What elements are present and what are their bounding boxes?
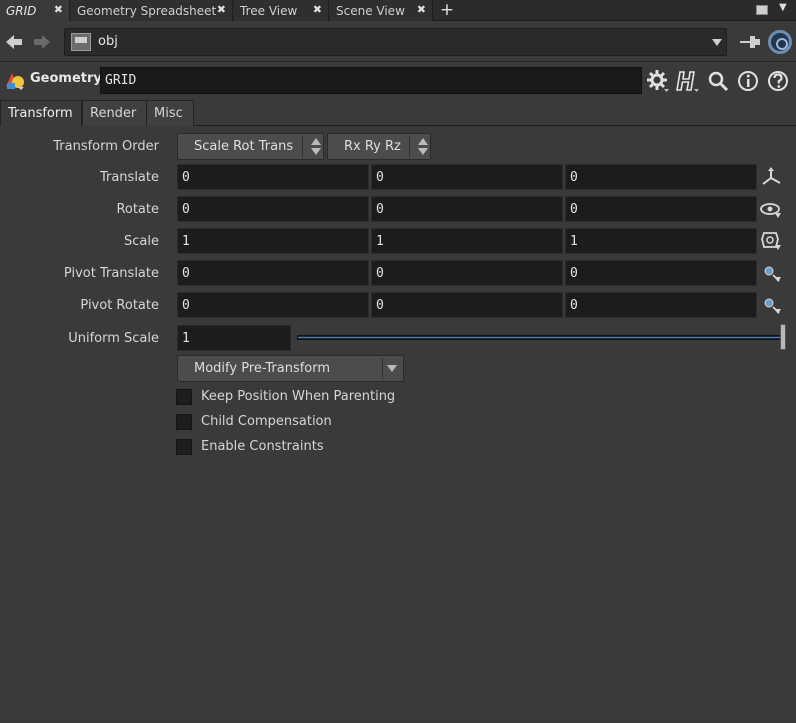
transform-order-value: Scale Rot Trans — [194, 139, 294, 154]
modify-pre-transform-menu[interactable]: Modify Pre-Transform — [177, 355, 404, 382]
rotate-y-field[interactable]: 0 — [371, 196, 563, 222]
transform-order-menu[interactable]: Scale Rot Trans — [177, 133, 324, 160]
tab-scene-view[interactable]: Scene View ✖ — [330, 0, 433, 21]
menu-separator — [302, 136, 303, 157]
translate-label: Translate — [99, 170, 159, 185]
forward-arrow-icon[interactable] — [32, 32, 52, 52]
scale-y-field[interactable]: 1 — [371, 228, 563, 254]
path-bar: obj — [0, 22, 796, 62]
obj-network-icon — [71, 33, 91, 51]
network-path-field[interactable]: obj — [64, 28, 727, 56]
node-type-label: Geometry — [30, 71, 102, 86]
enable-constraints-label: Enable Constraints — [201, 439, 324, 454]
scale-icon[interactable] — [760, 231, 782, 251]
pivot-rotate-icon[interactable] — [760, 295, 782, 315]
rotate-x-field[interactable]: 0 — [177, 196, 369, 222]
parameter-tabs: Transform Render Misc — [0, 100, 796, 126]
info-icon[interactable] — [736, 69, 760, 93]
scale-x-field[interactable]: 1 — [177, 228, 369, 254]
pivot-translate-y-field[interactable]: 0 — [371, 260, 563, 286]
child-compensation-label: Child Compensation — [201, 414, 332, 429]
maximize-pane-icon[interactable] — [756, 5, 768, 15]
pin-icon[interactable] — [738, 32, 762, 52]
tab-transform[interactable]: Transform — [0, 100, 82, 126]
chevron-down-icon[interactable] — [712, 39, 722, 46]
transform-order-label: Transform Order — [53, 139, 159, 154]
menu-separator — [382, 358, 383, 379]
uniform-scale-slider[interactable] — [297, 335, 782, 340]
back-arrow-icon[interactable] — [4, 32, 24, 52]
houdini-help-icon[interactable] — [676, 69, 700, 93]
eye-rotate-icon[interactable] — [760, 199, 782, 219]
close-icon[interactable]: ✖ — [54, 3, 63, 16]
rotate-label: Rotate — [116, 202, 159, 217]
pivot-translate-label: Pivot Translate — [63, 266, 159, 281]
pivot-translate-z-field[interactable]: 0 — [565, 260, 757, 286]
pivot-translate-x-field[interactable]: 0 — [177, 260, 369, 286]
close-icon[interactable]: ✖ — [313, 3, 322, 16]
chevron-down-icon — [387, 365, 397, 372]
tab-render[interactable]: Render — [82, 100, 147, 126]
add-tab-icon[interactable]: + — [438, 0, 456, 21]
node-name-field[interactable]: GRID — [100, 67, 642, 94]
handle-icon[interactable] — [760, 167, 782, 187]
parameter-panel: Transform Order Scale Rot Trans Rx Ry Rz… — [0, 126, 796, 723]
translate-x-field[interactable]: 0 — [177, 164, 369, 190]
pivot-rotate-label: Pivot Rotate — [80, 298, 159, 313]
tab-tree-view[interactable]: Tree View ✖ — [234, 0, 329, 21]
menu-separator — [409, 136, 410, 157]
keep-position-label: Keep Position When Parenting — [201, 389, 396, 404]
slider-handle[interactable] — [780, 324, 786, 350]
link-viewer-icon[interactable] — [768, 30, 792, 54]
tab-grid-label: GRID — [6, 3, 37, 18]
scale-label: Scale — [124, 234, 159, 249]
close-icon[interactable]: ✖ — [217, 3, 226, 16]
translate-z-field[interactable]: 0 — [565, 164, 757, 190]
pane-tab-bar: GRID ✖ Geometry Spreadsheet ✖ Tree View … — [0, 0, 796, 21]
rotate-z-field[interactable]: 0 — [565, 196, 757, 222]
pivot-translate-icon[interactable] — [760, 263, 782, 283]
scale-z-field[interactable]: 1 — [565, 228, 757, 254]
gear-icon[interactable] — [646, 69, 670, 93]
uniform-scale-label: Uniform Scale — [68, 331, 159, 346]
child-compensation-checkbox[interactable] — [176, 414, 192, 430]
tab-misc[interactable]: Misc — [146, 100, 194, 126]
tab-grid[interactable]: GRID ✖ — [0, 0, 70, 21]
geometry-node-icon[interactable] — [4, 71, 26, 91]
tab-geometry-spreadsheet[interactable]: Geometry Spreadsheet ✖ — [71, 0, 233, 21]
pivot-rotate-y-field[interactable]: 0 — [371, 292, 563, 318]
enable-constraints-checkbox[interactable] — [176, 439, 192, 455]
tab-geometry-spreadsheet-label: Geometry Spreadsheet — [77, 3, 217, 18]
modify-pre-transform-value: Modify Pre-Transform — [194, 361, 331, 376]
keep-position-checkbox[interactable] — [176, 389, 192, 405]
pivot-rotate-x-field[interactable]: 0 — [177, 292, 369, 318]
uniform-scale-field[interactable]: 1 — [177, 325, 291, 351]
spin-arrows-icon — [311, 137, 321, 155]
spin-arrows-icon — [418, 137, 428, 155]
search-icon[interactable] — [706, 69, 730, 93]
translate-y-field[interactable]: 0 — [371, 164, 563, 190]
help-icon[interactable] — [766, 69, 790, 93]
tab-scene-view-label: Scene View — [336, 3, 405, 18]
slider-fill — [298, 337, 781, 338]
tab-tree-view-label: Tree View — [240, 3, 298, 18]
close-icon[interactable]: ✖ — [417, 3, 426, 16]
pivot-rotate-z-field[interactable]: 0 — [565, 292, 757, 318]
path-text: obj — [98, 34, 118, 49]
rotation-order-menu[interactable]: Rx Ry Rz — [327, 133, 431, 160]
pane-menu-icon[interactable]: ▼ — [779, 2, 787, 13]
rotation-order-value: Rx Ry Rz — [344, 139, 401, 154]
node-header: Geometry GRID — [0, 63, 796, 97]
